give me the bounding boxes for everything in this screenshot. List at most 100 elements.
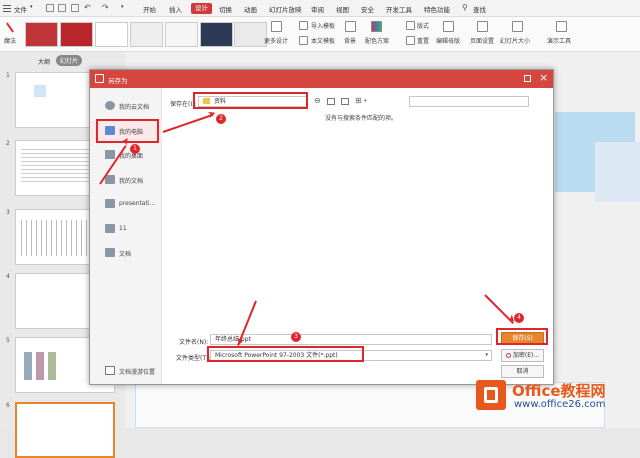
location-footer: 文档漫游位置 (119, 369, 156, 376)
tab-view[interactable]: 视图 (336, 4, 349, 14)
more-design-label[interactable]: 更多设计 (264, 36, 288, 45)
more-design-icon[interactable] (271, 21, 282, 32)
lock-icon (505, 353, 511, 358)
folder-icon (105, 175, 115, 184)
undo-icon[interactable]: ↶ (84, 3, 91, 12)
slide-decoration (595, 142, 640, 202)
new-folder-icon[interactable] (341, 98, 349, 105)
tab-slideshow[interactable]: 幻灯片放映 (269, 4, 302, 14)
reset-label[interactable]: 重置 (417, 36, 429, 45)
template-thumbnail[interactable] (60, 22, 93, 47)
magic-wand-icon[interactable] (5, 22, 15, 33)
up-folder-icon[interactable] (327, 98, 335, 105)
encrypt-label: 加密(E)... (512, 352, 540, 359)
color-scheme-label[interactable]: 配色方案 (365, 36, 389, 45)
template-thumbnail[interactable] (130, 22, 163, 47)
slide-number: 5 (6, 337, 10, 344)
filetype-label: 文件类型(T): (176, 355, 211, 362)
slide-number: 6 (6, 402, 10, 409)
template-thumbnail[interactable] (234, 22, 267, 47)
page-setup-label[interactable]: 页面设置 (470, 36, 494, 45)
tab-design[interactable]: 设计 (191, 3, 212, 14)
text-template-label[interactable]: 本文模板 (311, 36, 335, 45)
tab-review[interactable]: 审阅 (311, 4, 324, 14)
template-thumbnail[interactable] (165, 22, 198, 47)
format-icon[interactable] (406, 21, 415, 30)
edit-master-label[interactable]: 编辑母版 (436, 36, 460, 45)
slide-thumbnail[interactable] (15, 402, 115, 458)
preview-icon[interactable] (71, 4, 79, 12)
step-badge: 3 (291, 332, 301, 342)
filename-label: 文件名(N): (179, 339, 209, 346)
chevron-down-icon[interactable]: ▾ (364, 98, 367, 104)
chevron-down-icon[interactable]: ▾ (121, 4, 124, 10)
view-mode-icon[interactable]: ⊞ (355, 96, 362, 105)
magic-label[interactable]: 魔法 (4, 36, 16, 45)
sidebar-item-cloud[interactable]: 我的云文档 (90, 96, 162, 116)
annotation-box (496, 328, 548, 345)
slide-size-icon[interactable] (512, 21, 523, 32)
tab-slides[interactable]: 幻灯片 (56, 55, 83, 66)
watermark-logo (476, 380, 506, 410)
color-scheme-icon[interactable] (371, 21, 382, 32)
menu-bar: 文件 ▾ ↶ ↷ ▾ 开始 插入 设计 切换 动画 幻灯片放映 审阅 视图 安全… (0, 0, 640, 17)
tab-start[interactable]: 开始 (143, 4, 156, 14)
template-thumbnail[interactable] (95, 22, 128, 47)
annotation-box (193, 92, 308, 109)
cancel-button[interactable]: 取消 (501, 365, 544, 378)
sidebar-item-label: presentati... (119, 200, 156, 207)
template-thumbnail[interactable] (25, 22, 58, 47)
presenter-tools-label[interactable]: 演示工具 (547, 36, 571, 45)
menu-icon[interactable] (3, 4, 11, 12)
filename-input[interactable]: 年终总结.ppt (210, 334, 492, 345)
slide-size-label[interactable]: 幻灯片大小 (500, 36, 530, 45)
app-logo-icon (95, 74, 104, 83)
chevron-down-icon[interactable]: ▾ (30, 4, 33, 10)
tab-features[interactable]: 特色功能 (424, 4, 450, 14)
save-as-dialog: 另存为 × 我的云文档 我的电脑 我的桌面 我的文档 presentati...… (89, 69, 554, 385)
folder-icon (105, 248, 115, 257)
tab-developer[interactable]: 开发工具 (386, 4, 412, 14)
file-menu[interactable]: 文件 (14, 4, 27, 14)
reset-icon[interactable] (406, 36, 415, 45)
search-input[interactable] (409, 96, 529, 107)
tab-animation[interactable]: 动画 (244, 4, 257, 14)
tab-security[interactable]: 安全 (361, 4, 374, 14)
sidebar-item-label: 11 (119, 225, 127, 232)
ribbon: 魔法 更多设计 导入模板 本文模板 背景 配色方案 版式 重置 编辑母版 页面设… (0, 17, 640, 52)
search-label[interactable]: 查找 (473, 4, 486, 14)
tab-outline[interactable]: 大纲 (38, 57, 50, 66)
folder-icon (105, 199, 115, 208)
slide-number: 4 (6, 273, 10, 280)
close-icon[interactable]: × (539, 71, 548, 84)
search-icon[interactable]: ⚲ (462, 3, 468, 12)
background-icon[interactable] (345, 21, 356, 32)
page-setup-icon[interactable] (477, 21, 488, 32)
format-label[interactable]: 版式 (417, 21, 429, 30)
tab-insert[interactable]: 插入 (169, 4, 182, 14)
encrypt-button[interactable]: 加密(E)... (501, 349, 544, 362)
sidebar-item-label: 我的云文档 (119, 104, 150, 111)
save-icon[interactable] (46, 4, 54, 12)
sidebar-item-11[interactable]: 11 (90, 219, 162, 239)
sidebar-item-desktop[interactable]: 我的桌面 (90, 145, 162, 165)
cloud-icon (105, 101, 115, 110)
slide-number: 1 (6, 72, 10, 79)
background-label[interactable]: 背景 (344, 36, 356, 45)
text-template-icon[interactable] (299, 36, 308, 45)
slide-number: 2 (6, 140, 10, 147)
sidebar-item-roaming[interactable]: 文档漫游位置 (90, 361, 162, 381)
sidebar-item-presentation[interactable]: presentati... (90, 194, 162, 214)
import-template-label[interactable]: 导入模板 (311, 21, 335, 30)
step-badge: 4 (514, 313, 524, 323)
print-icon[interactable] (58, 4, 66, 12)
presenter-tools-icon[interactable] (556, 21, 567, 32)
tab-transition[interactable]: 切换 (219, 4, 232, 14)
import-template-icon[interactable] (299, 21, 308, 30)
maximize-icon[interactable] (524, 75, 531, 82)
sidebar-item-docs[interactable]: 文档 (90, 243, 162, 263)
back-icon[interactable]: ⊖ (314, 96, 321, 105)
template-thumbnail[interactable] (200, 22, 233, 47)
edit-master-icon[interactable] (443, 21, 454, 32)
redo-icon[interactable]: ↷ (102, 3, 109, 12)
